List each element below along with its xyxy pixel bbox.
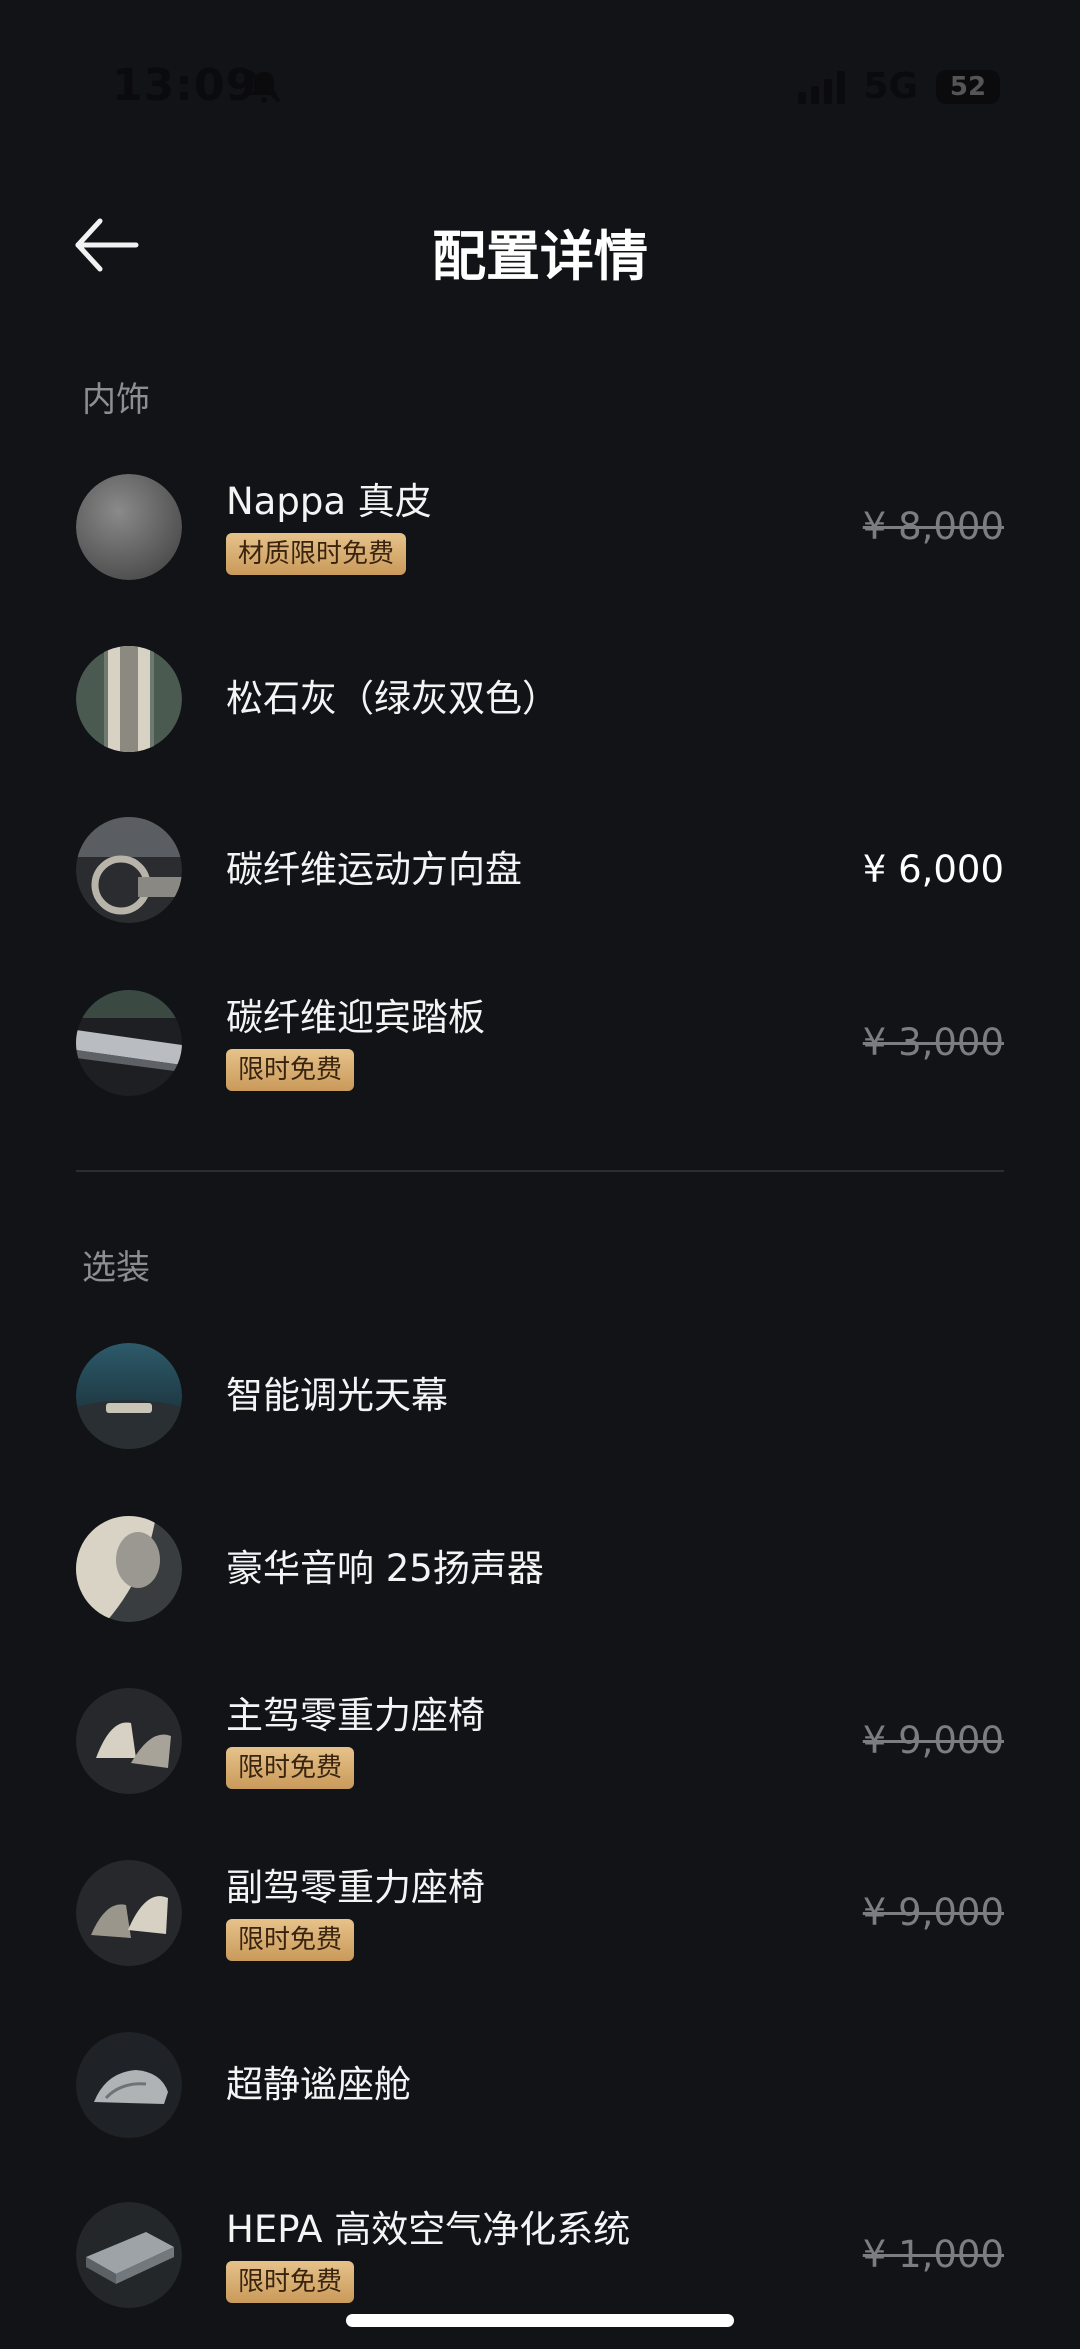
nav-bar: 配置详情 <box>0 200 1080 290</box>
page-title: 配置详情 <box>432 225 648 288</box>
promo-badge: 材质限时免费 <box>226 533 407 575</box>
list-item-premium-audio[interactable]: 豪华音响 25扬声器 <box>76 1516 1004 1626</box>
network-type: 5G <box>863 66 918 107</box>
item-name: HEPA 高效空气净化系统 <box>226 2208 631 2251</box>
list-item-driver-zero-gravity-seat[interactable]: 主驾零重力座椅 限时免费 ¥ 9,000 <box>76 1688 1004 1798</box>
promo-badge: 限时免费 <box>226 2261 355 2303</box>
item-name: 豪华音响 25扬声器 <box>226 1547 544 1590</box>
driver-seat-thumbnail <box>76 1688 182 1794</box>
list-item-carbon-sill-plate[interactable]: 碳纤维迎宾踏板 限时免费 ¥ 3,000 <box>76 990 1004 1100</box>
promo-badge: 限时免费 <box>226 1049 355 1091</box>
item-name: Nappa 真皮 <box>226 480 432 523</box>
item-price: ¥ 9,000 <box>862 1719 1004 1762</box>
color-swatch-thumbnail <box>76 646 182 752</box>
promo-badge: 限时免费 <box>226 1919 355 1961</box>
list-item-smart-dimming-roof[interactable]: 智能调光天幕 <box>76 1343 1004 1453</box>
hepa-filter-thumbnail <box>76 2202 182 2308</box>
promo-badge: 限时免费 <box>226 1747 355 1789</box>
status-time: 13:09 <box>112 60 258 111</box>
cabin-thumbnail <box>76 2032 182 2138</box>
item-price: ¥ 3,000 <box>862 1021 1004 1064</box>
item-name: 主驾零重力座椅 <box>226 1694 485 1737</box>
steering-wheel-thumbnail <box>76 817 182 923</box>
item-name: 碳纤维运动方向盘 <box>226 848 522 891</box>
list-item-turquoise-gray[interactable]: 松石灰（绿灰双色） <box>76 646 1004 756</box>
passenger-seat-thumbnail <box>76 1860 182 1966</box>
section-divider <box>76 1170 1004 1172</box>
item-name: 松石灰（绿灰双色） <box>226 677 559 720</box>
item-price: ¥ 6,000 <box>862 848 1004 891</box>
item-name: 智能调光天幕 <box>226 1374 448 1417</box>
item-price: ¥ 1,000 <box>862 2233 1004 2276</box>
home-indicator[interactable] <box>346 2314 734 2327</box>
list-item-quiet-cabin[interactable]: 超静谧座舱 <box>76 2032 1004 2142</box>
bell-slash-icon <box>247 69 281 103</box>
item-price: ¥ 8,000 <box>862 505 1004 548</box>
list-item-passenger-zero-gravity-seat[interactable]: 副驾零重力座椅 限时免费 ¥ 9,000 <box>76 1860 1004 1970</box>
battery-icon: 52 <box>936 69 1000 104</box>
item-name: 副驾零重力座椅 <box>226 1866 485 1909</box>
signal-icon <box>798 70 846 104</box>
leather-thumbnail <box>76 474 182 580</box>
item-name: 碳纤维迎宾踏板 <box>226 996 485 1039</box>
section-title-interior: 内饰 <box>82 380 150 420</box>
status-bar: 13:09 5G 52 <box>0 0 1080 180</box>
list-item-carbon-steering-wheel[interactable]: 碳纤维运动方向盘 ¥ 6,000 <box>76 817 1004 927</box>
list-item-hepa-filter[interactable]: HEPA 高效空气净化系统 限时免费 ¥ 1,000 <box>76 2202 1004 2312</box>
sill-plate-thumbnail <box>76 990 182 1096</box>
sunroof-thumbnail <box>76 1343 182 1449</box>
item-price: ¥ 9,000 <box>862 1891 1004 1934</box>
list-item-nappa-leather[interactable]: Nappa 真皮 材质限时免费 ¥ 8,000 <box>76 474 1004 584</box>
speaker-thumbnail <box>76 1516 182 1622</box>
item-name: 超静谧座舱 <box>226 2063 411 2106</box>
section-title-options: 选装 <box>82 1248 150 1288</box>
